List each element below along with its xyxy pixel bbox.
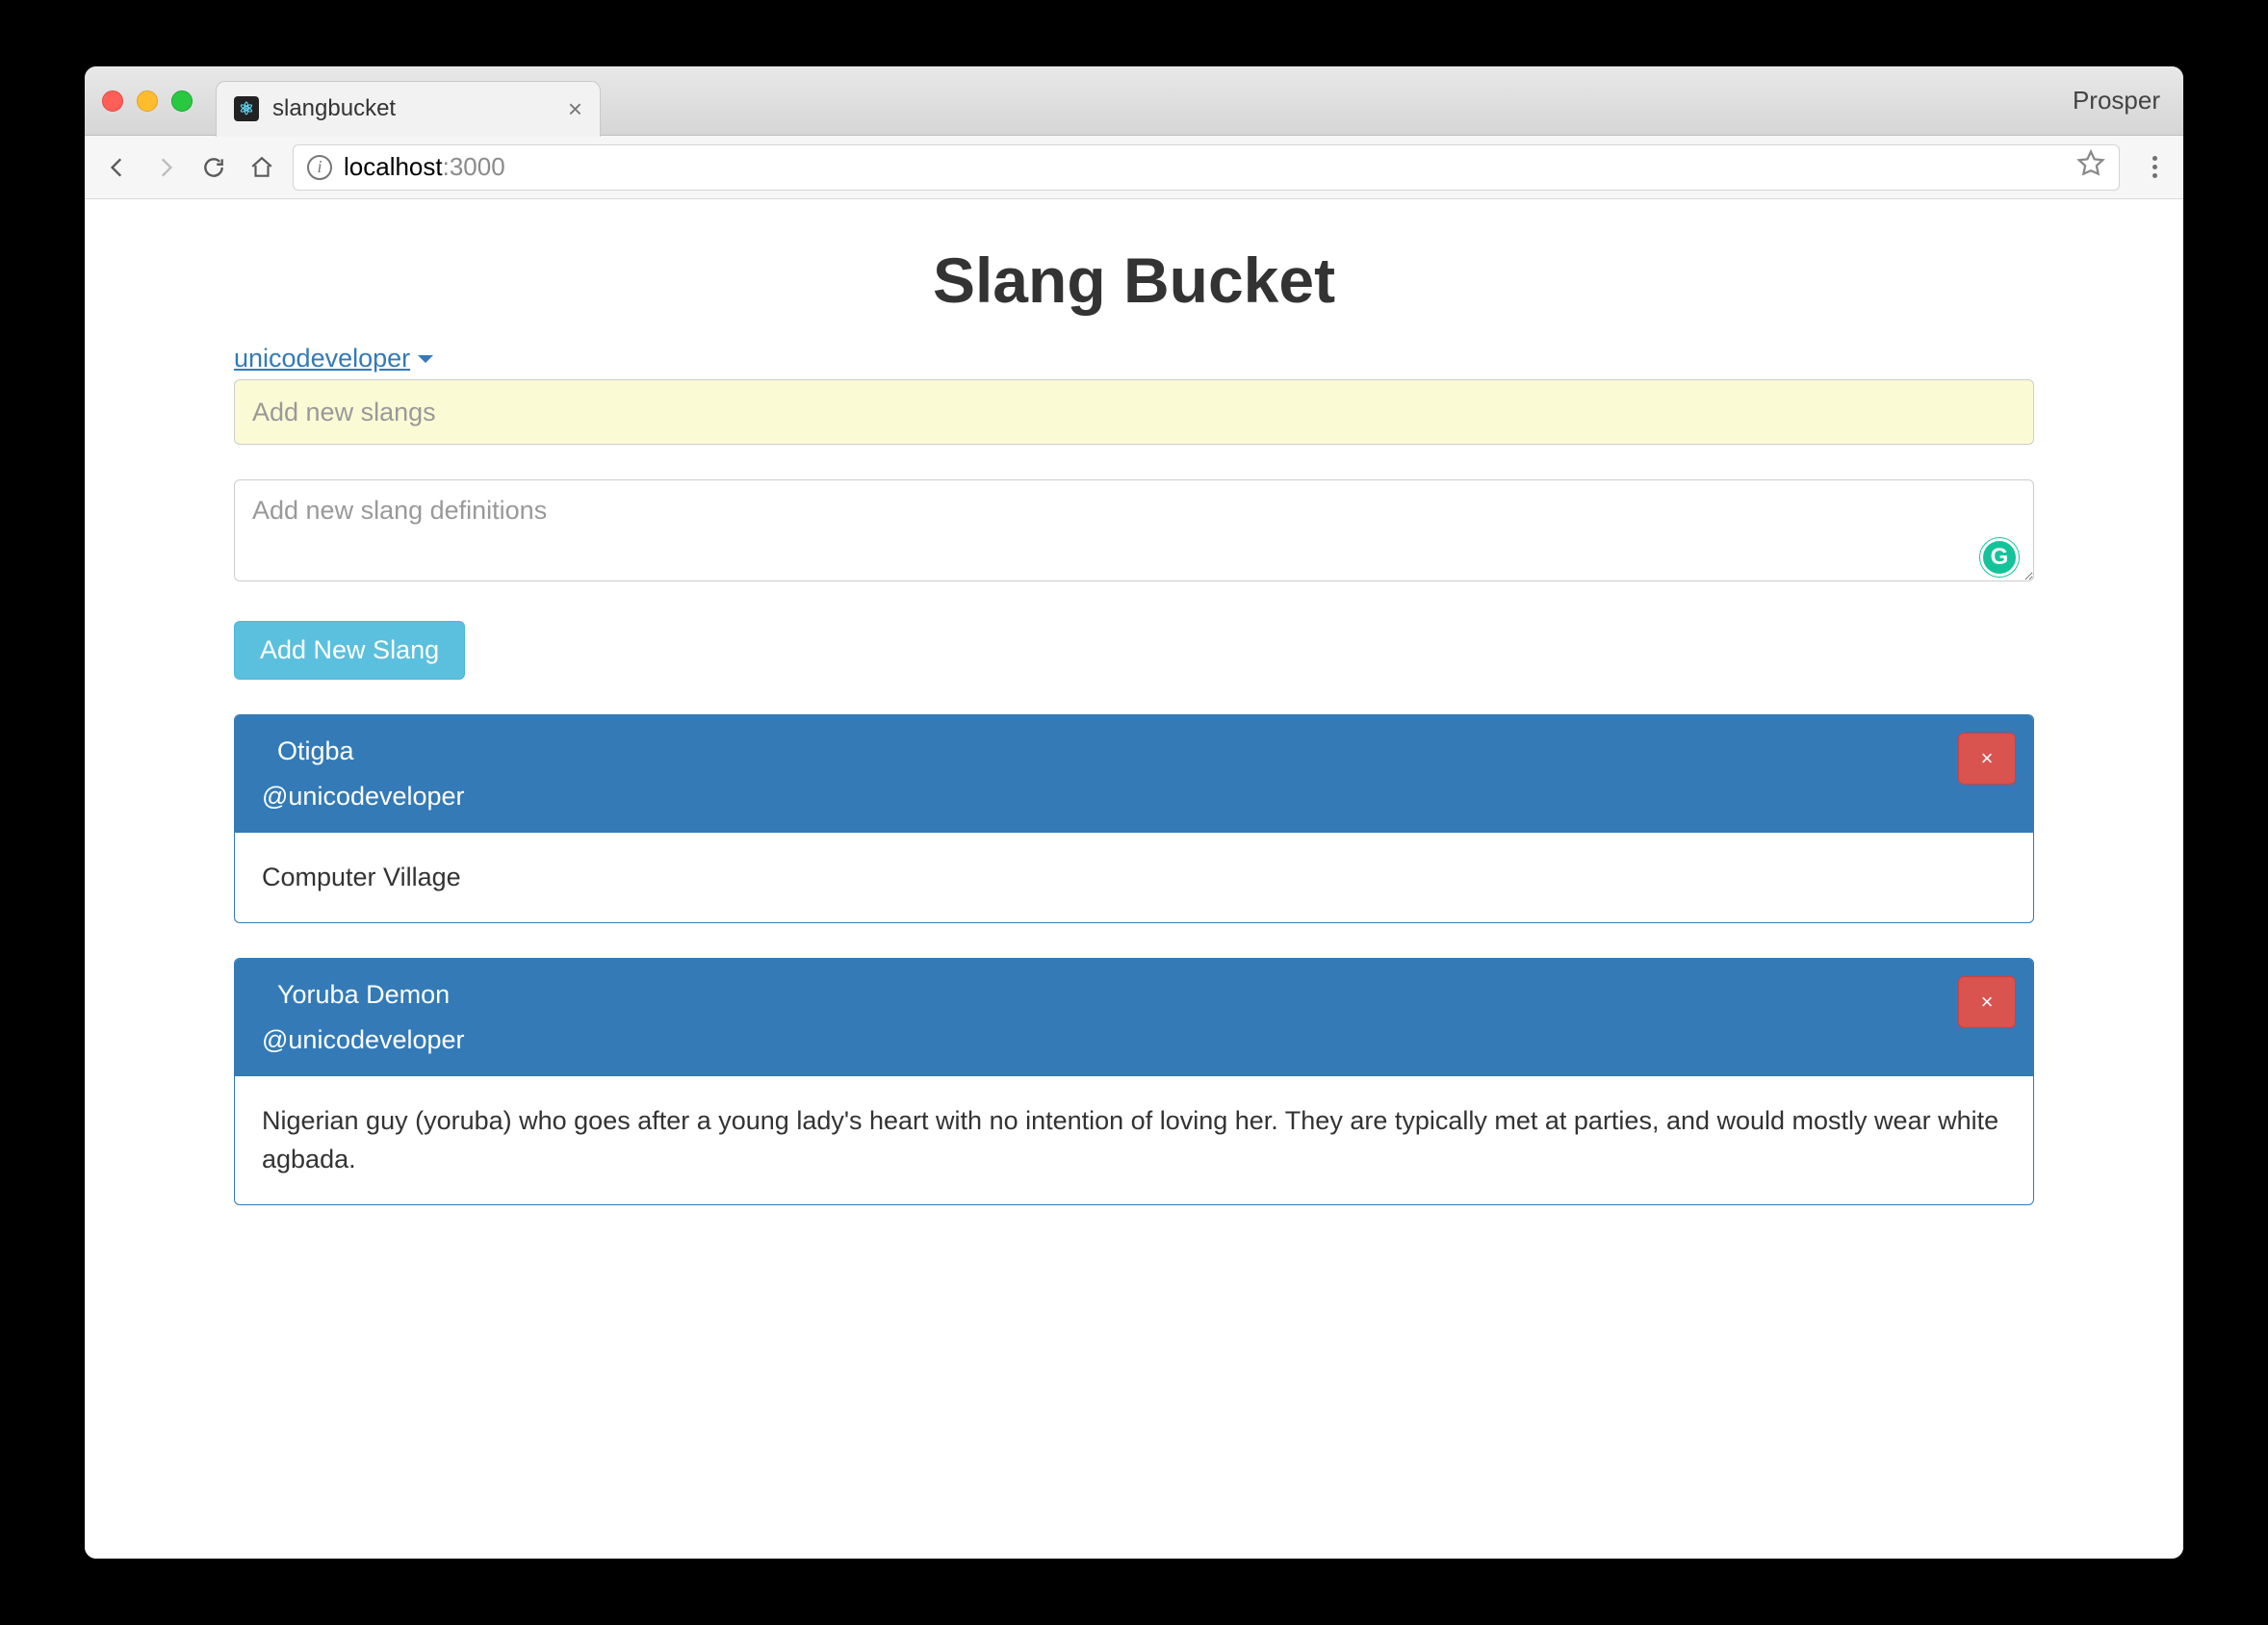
slang-author: @unicodeveloper (262, 1025, 2006, 1055)
browser-tab[interactable]: ⚛ slangbucket × (216, 81, 601, 137)
slang-definition: Computer Village (235, 833, 2033, 922)
window-controls (102, 90, 193, 112)
tab-title: slangbucket (272, 95, 568, 122)
page-title: Slang Bucket (234, 244, 2034, 317)
react-favicon-icon: ⚛ (234, 96, 259, 121)
user-link-label: unicodeveloper (234, 344, 410, 374)
profile-name[interactable]: Prosper (2073, 86, 2160, 116)
slang-card: Yoruba Demon @unicodeveloper × Nigerian … (234, 958, 2034, 1205)
slang-definition: Nigerian guy (yoruba) who goes after a y… (235, 1076, 2033, 1204)
browser-window: ⚛ slangbucket × Prosper i localhost:3000 (85, 66, 2183, 1559)
grammarly-icon[interactable]: G (1980, 538, 2019, 577)
slang-card-header: Yoruba Demon @unicodeveloper × (235, 959, 2033, 1076)
slang-card: Otigba @unicodeveloper × Computer Villag… (234, 714, 2034, 923)
caret-down-icon (418, 355, 433, 363)
window-close-button[interactable] (102, 90, 123, 112)
window-minimize-button[interactable] (137, 90, 158, 112)
close-icon: × (1981, 746, 1994, 771)
add-slang-button[interactable]: Add New Slang (234, 621, 465, 680)
definition-textarea[interactable] (234, 479, 2034, 581)
url-port: :3000 (443, 152, 505, 182)
browser-titlebar: ⚛ slangbucket × Prosper (85, 66, 2183, 136)
page-container: Slang Bucket unicodeveloper G Add New Sl… (234, 244, 2034, 1205)
address-bar[interactable]: i localhost:3000 (293, 144, 2120, 191)
delete-slang-button[interactable]: × (1958, 976, 2016, 1028)
close-icon: × (1981, 990, 1994, 1015)
slang-title: Otigba (277, 736, 2006, 766)
tab-close-button[interactable]: × (568, 94, 582, 124)
back-button[interactable] (100, 150, 135, 185)
definition-wrap: G (234, 445, 2034, 586)
delete-slang-button[interactable]: × (1958, 733, 2016, 785)
browser-toolbar: i localhost:3000 (85, 136, 2183, 199)
site-info-icon[interactable]: i (307, 155, 332, 180)
window-maximize-button[interactable] (171, 90, 193, 112)
slang-input[interactable] (234, 379, 2034, 445)
reload-button[interactable] (196, 150, 231, 185)
user-dropdown-link[interactable]: unicodeveloper (234, 344, 433, 374)
browser-menu-button[interactable] (2141, 156, 2168, 178)
url-host: localhost (344, 152, 443, 182)
slang-card-header: Otigba @unicodeveloper × (235, 715, 2033, 833)
bookmark-star-icon[interactable] (2076, 149, 2105, 185)
slang-author: @unicodeveloper (262, 782, 2006, 812)
page-viewport: Slang Bucket unicodeveloper G Add New Sl… (85, 199, 2183, 1559)
home-button[interactable] (245, 150, 279, 185)
forward-button[interactable] (148, 150, 183, 185)
slang-title: Yoruba Demon (277, 980, 2006, 1010)
